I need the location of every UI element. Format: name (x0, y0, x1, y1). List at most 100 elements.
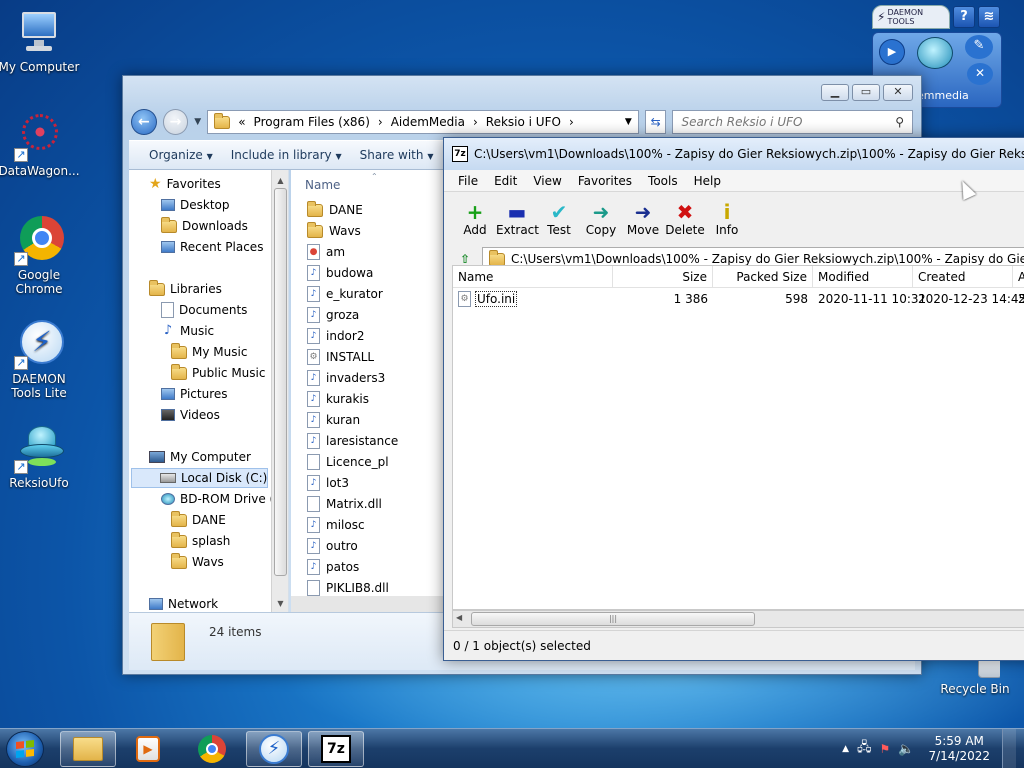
list-item[interactable]: ♪ e_kurator (307, 284, 383, 304)
chevron-right-icon[interactable]: › (378, 115, 383, 129)
help-button[interactable]: ? (953, 6, 975, 28)
taskbar-7zip-button[interactable]: 7z (308, 731, 364, 767)
breadcrumb-program-files[interactable]: Program Files (x86) (254, 115, 370, 129)
desktop-icon-datawagon[interactable]: ↗ DataWagon... (0, 112, 80, 178)
show-hidden-icons-icon[interactable]: ▲ (842, 744, 849, 754)
archive-hscrollbar[interactable]: ◀ ||| (452, 610, 1024, 628)
organize-button[interactable]: Organize ▼ (149, 148, 213, 162)
share-with-button[interactable]: Share with ▼ (360, 148, 434, 162)
column-header-name[interactable]: Name (305, 178, 340, 192)
nav-videos[interactable]: Videos (161, 405, 220, 425)
list-item[interactable]: ⚙ INSTALL (307, 347, 374, 367)
list-item[interactable]: ♪ invaders3 (307, 368, 385, 388)
action-center-icon[interactable]: ⚑ (880, 742, 891, 756)
scroll-down-icon[interactable]: ▼ (272, 599, 288, 608)
search-icon[interactable]: ⚲ (895, 115, 904, 129)
list-item[interactable]: ♪ budowa (307, 263, 373, 283)
nav-pictures[interactable]: Pictures (161, 384, 228, 404)
taskbar-daemon-tools-button[interactable]: ⚡ (246, 731, 302, 767)
list-item[interactable]: Licence_pl (307, 452, 389, 472)
list-item[interactable]: ♪ groza (307, 305, 359, 325)
7zip-window[interactable]: 7z C:\Users\vm1\Downloads\100% - Zapisy … (443, 137, 1024, 661)
taskbar-chrome-button[interactable] (184, 731, 240, 767)
minimize-button[interactable]: ▁ (821, 84, 849, 101)
list-item[interactable]: ♪ kuran (307, 410, 360, 430)
column-header-attributes[interactable]: A (1013, 266, 1024, 288)
column-header-name[interactable]: Name (453, 265, 613, 288)
nav-downloads[interactable]: Downloads (161, 216, 248, 236)
list-item[interactable]: Matrix.dll (307, 494, 382, 514)
nav-scrollbar-thumb[interactable] (274, 188, 287, 576)
close-button[interactable]: ✕ (883, 84, 913, 101)
desktop-icon-reksioufo[interactable]: ↗ ReksioUfo (0, 424, 80, 490)
desktop-icon-recycle-bin[interactable]: Recycle Bin (934, 660, 1016, 696)
column-header-size[interactable]: Size (613, 265, 713, 288)
nav-my-computer[interactable]: My Computer (149, 447, 251, 467)
close-icon[interactable]: ✕ (967, 63, 993, 85)
move-button[interactable]: ➜ Move (622, 201, 664, 237)
archive-hscrollbar-thumb[interactable]: ||| (471, 612, 755, 626)
menu-help[interactable]: Help (694, 174, 721, 188)
wrench-icon[interactable]: ✎ (965, 35, 993, 59)
network-icon[interactable]: 🖧 (857, 738, 872, 760)
maximize-button[interactable]: ▭ (852, 84, 880, 101)
nav-network[interactable]: Network (149, 594, 218, 612)
nav-public-music[interactable]: Public Music (171, 363, 265, 383)
test-button[interactable]: ✔ Test (538, 201, 580, 237)
add-button[interactable]: + Add (454, 201, 496, 237)
scroll-up-icon[interactable]: ▲ (272, 176, 288, 185)
back-button[interactable]: ← (131, 109, 157, 135)
nav-wavs[interactable]: Wavs (171, 552, 224, 572)
scroll-left-icon[interactable]: ◀ (456, 613, 462, 622)
column-header-created[interactable]: Created (913, 265, 1013, 288)
nav-scrollbar[interactable]: ▲ ▼ (271, 170, 288, 612)
chevron-right-icon[interactable]: › (473, 115, 478, 129)
nav-splash[interactable]: splash (171, 531, 230, 551)
start-button[interactable] (6, 731, 44, 767)
refresh-button[interactable]: ⇆ (644, 110, 667, 134)
nav-bd-rom-drive[interactable]: BD-ROM Drive (E (161, 489, 282, 509)
include-in-library-button[interactable]: Include in library ▼ (231, 148, 342, 162)
nav-recent-places[interactable]: Recent Places (161, 237, 263, 257)
breadcrumb-reksio-i-ufo[interactable]: Reksio i UFO (486, 115, 561, 129)
taskbar-media-player-button[interactable]: ▶ (120, 731, 176, 767)
chevron-right-icon[interactable]: › (569, 115, 574, 129)
search-input[interactable]: Search Reksio i UFO ⚲ (672, 110, 914, 134)
play-icon[interactable]: ▶ (879, 39, 905, 65)
list-item[interactable]: ♪ patos (307, 557, 359, 577)
volume-icon[interactable]: 🔈 (898, 742, 914, 757)
desktop-icon-my-computer[interactable]: My Computer (0, 8, 80, 74)
address-bar[interactable]: « Program Files (x86) › AidemMedia › Rek… (207, 110, 639, 134)
list-item[interactable]: ♪ outro (307, 536, 358, 556)
file-list-hscrollbar[interactable] (291, 596, 451, 612)
list-item[interactable]: DANE (307, 200, 363, 220)
list-item[interactable]: PIKLIB8.dll (307, 578, 389, 598)
column-header-packed-size[interactable]: Packed Size (713, 265, 813, 288)
list-item[interactable]: ♪ kurakis (307, 389, 369, 409)
address-dropdown-icon[interactable]: ▼ (625, 117, 632, 127)
title-bar[interactable]: 7z C:\Users\vm1\Downloads\100% - Zapisy … (444, 138, 1024, 170)
table-row[interactable]: ⚙ Ufo.ini 1 386 598 2020-11-11 10:31 202… (453, 288, 1024, 310)
copy-button[interactable]: ➜ Copy (580, 201, 622, 237)
menu-favorites[interactable]: Favorites (578, 174, 632, 188)
extract-button[interactable]: ▬ Extract (496, 201, 539, 237)
chevron-down-icon[interactable]: ▼ (194, 117, 201, 127)
clock[interactable]: 5:59 AM 7/14/2022 (928, 734, 990, 764)
nav-documents[interactable]: Documents (161, 300, 247, 320)
nav-desktop[interactable]: Desktop (161, 195, 230, 215)
navigation-pane[interactable]: ★ Favorites Desktop Downloads Recent Plac… (129, 170, 289, 612)
list-item[interactable]: ● am (307, 242, 345, 262)
list-item[interactable]: ♪ laresistance (307, 431, 398, 451)
taskbar-explorer-button[interactable] (60, 731, 116, 767)
breadcrumb-aidemmedia[interactable]: AidemMedia (391, 115, 465, 129)
nav-my-music[interactable]: My Music (171, 342, 247, 362)
menu-tools[interactable]: Tools (648, 174, 678, 188)
nav-local-disk[interactable]: Local Disk (C:) (131, 468, 268, 488)
desktop-icon-chrome[interactable]: ↗ Google Chrome (0, 216, 80, 296)
path-overflow[interactable]: « (238, 115, 245, 129)
show-desktop-button[interactable] (1002, 729, 1016, 768)
list-item[interactable]: Wavs (307, 221, 361, 241)
nav-dane[interactable]: DANE (171, 510, 226, 530)
delete-button[interactable]: ✖ Delete (664, 201, 706, 237)
list-item[interactable]: ♪ lot3 (307, 473, 349, 493)
